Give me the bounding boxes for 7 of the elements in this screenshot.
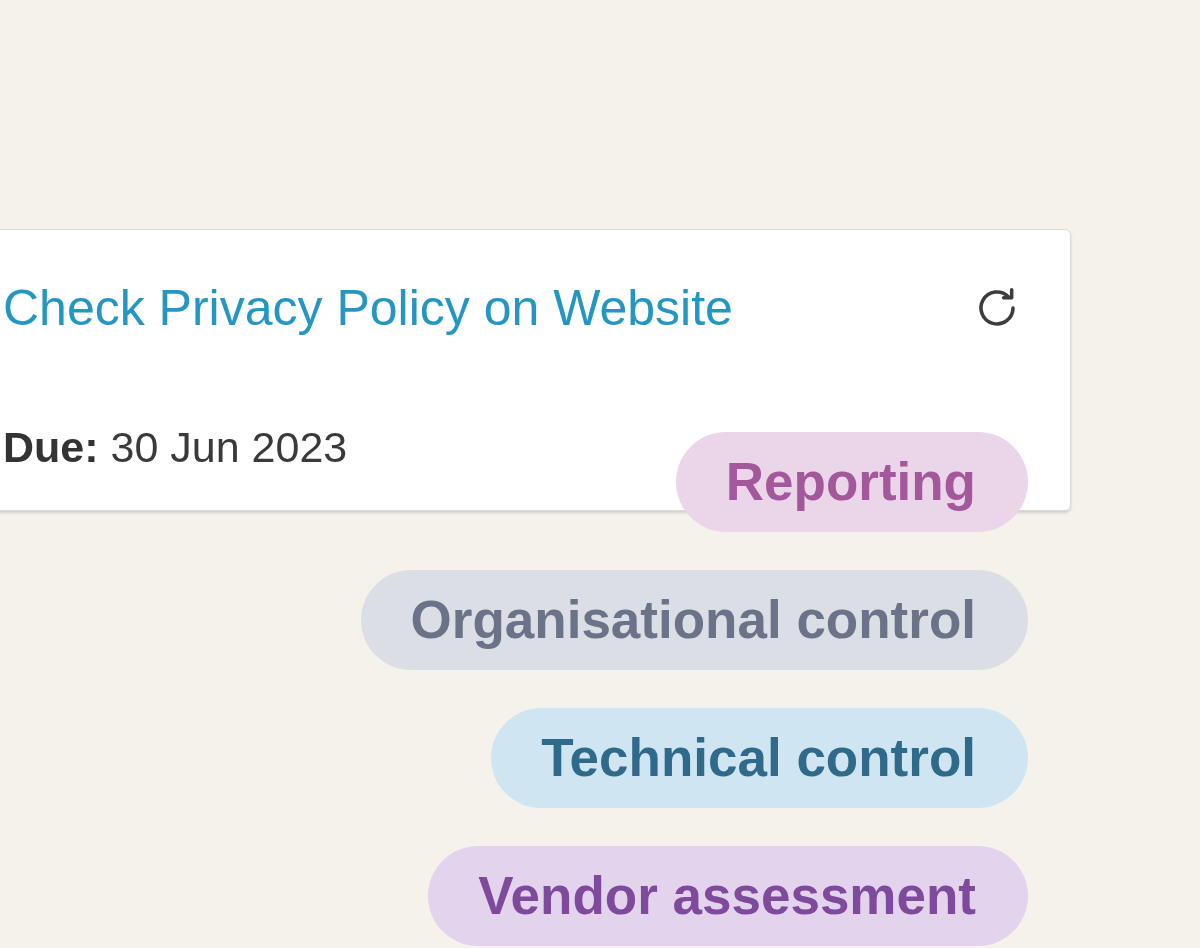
refresh-icon[interactable] <box>977 288 1017 328</box>
category-tag: Reporting <box>675 432 1028 532</box>
due-date: Due: 30 Jun 2023 <box>3 422 349 472</box>
task-title[interactable]: Check Privacy Policy on Website <box>3 280 733 336</box>
category-tag: Organisational control <box>360 570 1028 670</box>
category-tag: Technical control <box>491 708 1028 808</box>
category-tag: Vendor assessment <box>428 846 1028 946</box>
